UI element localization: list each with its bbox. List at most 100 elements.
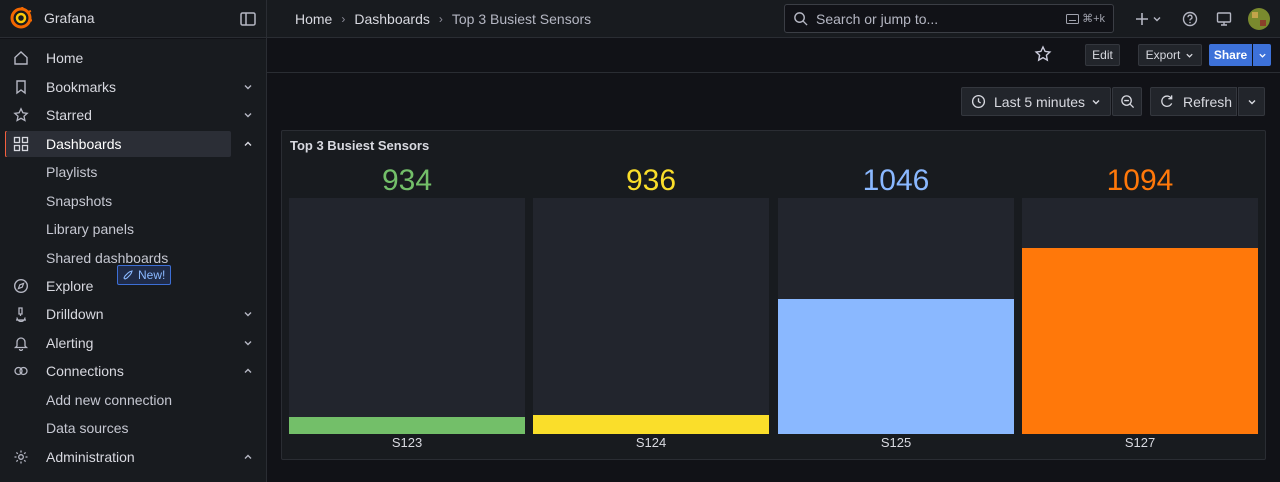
new-badge: New! [117,265,172,285]
time-range-label: Last 5 minutes [994,93,1086,110]
shortcut-text: ⌘+k [1082,13,1105,25]
gauge-track [289,198,525,434]
bookmark-icon [16,80,26,95]
gauge-label: S124 [635,435,667,450]
sidebar-item-starred[interactable]: Starred [0,102,266,128]
compass-icon [13,278,29,294]
export-label: Export [1145,48,1181,62]
gauge-value: 1094 [1106,164,1174,197]
chevron-down-icon[interactable] [242,308,254,320]
gauge-s125[interactable]: 1046 S125 [778,131,1014,461]
sidebar-item-dashboards[interactable]: Dashboards [6,131,252,157]
chevron-down-icon [1092,100,1100,105]
gauge-value: 936 [625,164,677,197]
breadcrumb-current[interactable]: Top 3 Busiest Sensors [452,11,591,27]
sidebar-item-home[interactable]: Home [0,45,266,71]
sidebar-item-label: Connections [46,363,124,379]
sidebar-item-label: Library panels [46,221,134,237]
time-range-picker[interactable]: Last 5 minutes [961,87,1111,116]
gauge-fill [778,299,1014,434]
gauge-track [1022,198,1258,434]
grafana-logo-icon [10,7,32,29]
chevron-down-icon[interactable] [242,81,254,93]
chevron-down-icon [1186,53,1193,58]
dock-menu-icon[interactable] [239,10,257,28]
avatar [1248,8,1270,30]
breadcrumb-home[interactable]: Home [295,11,332,27]
breadcrumb-dashboards[interactable]: Dashboards [354,11,430,27]
chevron-up-icon[interactable] [242,138,254,150]
sidebar-item-label: Bookmarks [46,79,117,95]
gauge-fill [289,417,525,434]
share-button[interactable]: Share [1209,44,1252,66]
sidebar-item-label: Data sources [46,420,129,436]
sidebar-item-label: Starred [46,107,92,123]
sidebar-item-add-new-connection[interactable]: Add new connection [0,387,266,413]
sidebar-item-label: Shared dashboards [46,250,169,266]
app-title: Grafana [44,10,95,26]
sidebar-item-label: Drilldown [46,306,104,322]
sidebar-item-library-panels[interactable]: Library panels [0,216,266,242]
sidebar-item-bookmarks[interactable]: Bookmarks [0,74,266,100]
gauge-label: S127 [1124,435,1156,450]
gauge-fill [533,415,769,434]
breadcrumb: Home › Dashboards › Top 3 Busiest Sensor… [295,11,591,27]
gauge-s123[interactable]: 934 S123 [289,131,525,461]
top-bar: Grafana Home › Dashboards › Top 3 Busies… [0,0,1280,38]
refresh-button[interactable]: Refresh [1150,87,1237,116]
new-menu-button[interactable] [1135,12,1162,26]
refresh-interval-button[interactable] [1238,87,1265,116]
gauge-s127[interactable]: 1094 S127 [1022,131,1258,461]
sidebar-item-connections[interactable]: Connections [0,358,266,384]
search-icon [794,12,808,26]
chevron-up-icon[interactable] [242,451,254,463]
star-icon [13,107,29,122]
sidebar-item-label: Administration [46,449,135,465]
dashboards-grid-icon [13,136,29,152]
breadcrumb-separator: › [438,12,443,26]
connections-icon [14,366,28,376]
bar-gauge-panel[interactable]: Top 3 Busiest Sensors 934 S123 936 S124 … [281,130,1266,460]
share-options-button[interactable] [1253,44,1271,66]
help-button[interactable] [1182,11,1198,27]
dashboard-toolbar [267,39,1280,73]
gauge-s124[interactable]: 936 S124 [533,131,769,461]
edit-button[interactable]: Edit [1085,44,1120,66]
zoom-out-icon [1120,95,1134,109]
export-button[interactable]: Export [1138,44,1202,66]
gauge-value: 1046 [862,164,930,197]
sidebar-item-label: Explore [46,278,94,294]
sidebar-item-label: Playlists [46,164,98,180]
keyboard-icon [1066,13,1080,24]
sidebar-item-data-sources[interactable]: Data sources [0,415,266,441]
chevron-up-icon[interactable] [242,365,254,377]
refresh-label: Refresh [1183,93,1233,110]
zoom-out-button[interactable] [1112,87,1142,116]
sidebar-item-label: Alerting [46,335,94,351]
sidebar-item-alerting[interactable]: Alerting [0,330,266,356]
profile-button[interactable] [1248,8,1270,30]
microscope-icon [16,307,26,322]
sidebar-item-drilldown[interactable]: Drilldown [0,301,266,327]
sidebar-item-playlists[interactable]: Playlists [0,159,266,185]
star-icon[interactable] [1034,45,1052,63]
sidebar-item-label: Dashboards [46,136,122,152]
sidebar-item-label: Add new connection [46,392,173,408]
search-input[interactable]: Search or jump to... ⌘+k [784,4,1114,33]
refresh-icon [1161,95,1173,107]
plus-icon [1136,13,1148,25]
kiosk-button[interactable] [1216,11,1232,27]
top-actions [1121,8,1270,30]
sidebar-item-snapshots[interactable]: Snapshots [0,188,266,214]
sidebar: Home Bookmarks Starred Dashboards Playli… [0,39,266,482]
chevron-down-icon[interactable] [242,337,254,349]
gauge-track [533,198,769,434]
sidebar-item-label: Snapshots [46,193,113,209]
chevron-down-icon [1258,53,1266,58]
sidebar-item-administration[interactable]: Administration [0,444,266,470]
sidebar-item-label: Home [46,50,84,66]
chevron-down-icon[interactable] [242,109,254,121]
grafana-home-link[interactable]: Grafana [10,7,95,29]
chevron-down-icon [1153,17,1161,22]
chevron-down-icon [1248,99,1255,104]
